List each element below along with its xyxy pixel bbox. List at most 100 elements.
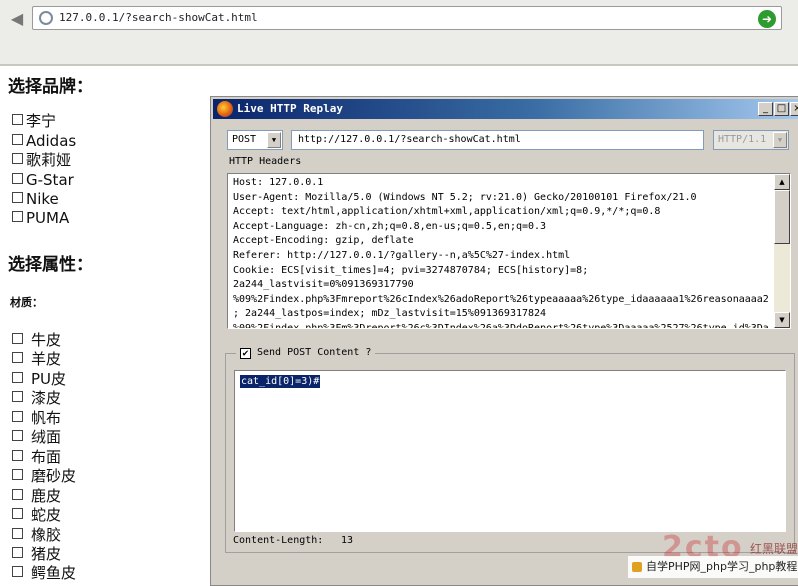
method-select[interactable]: POST ▼ bbox=[227, 130, 283, 150]
checkbox[interactable] bbox=[12, 372, 23, 383]
headers-scrollbar[interactable]: ▲ ▼ bbox=[774, 174, 790, 328]
chevron-down-icon[interactable]: ▼ bbox=[267, 132, 281, 148]
checkbox[interactable] bbox=[12, 566, 23, 577]
http-version-select: HTTP/1.1 ▼ bbox=[713, 130, 789, 150]
checkbox[interactable] bbox=[12, 333, 23, 344]
dialog-title: Live HTTP Replay bbox=[237, 102, 343, 115]
brand-option[interactable]: 李宁 bbox=[12, 112, 56, 131]
material-option[interactable]: 漆皮 bbox=[12, 389, 61, 408]
header-line: Accept-Encoding: gzip, deflate bbox=[233, 235, 414, 247]
checkbox[interactable] bbox=[12, 134, 23, 145]
firefox-icon bbox=[217, 101, 233, 117]
method-value: POST bbox=[232, 134, 257, 145]
header-line: 2a244_lastvisit=0%091369317790 bbox=[233, 279, 414, 291]
watermark-icon bbox=[632, 562, 642, 572]
material-option[interactable]: 绒面 bbox=[12, 428, 61, 447]
header-line: ; 2a244_lastpos=index; mDz_lastvisit=15%… bbox=[233, 308, 547, 320]
material-option[interactable]: 牛皮 bbox=[12, 331, 61, 350]
header-line: %09%2Findex.php%3Fmreport%26cIndex%26ado… bbox=[233, 293, 769, 305]
dialog-titlebar[interactable]: Live HTTP Replay _ □ × bbox=[213, 99, 798, 119]
material-name: 绒面 bbox=[31, 428, 62, 446]
checkbox[interactable] bbox=[12, 547, 23, 558]
address-bar[interactable]: 127.0.0.1/?search-showCat.html bbox=[32, 6, 782, 30]
brand-label: Nike bbox=[26, 190, 59, 208]
material-label: 材质： bbox=[10, 296, 43, 309]
request-url-field[interactable]: http://127.0.0.1/?search-showCat.html bbox=[291, 130, 704, 150]
content-length-value: 13 bbox=[341, 535, 354, 546]
close-button[interactable]: × bbox=[790, 102, 798, 116]
brand-option[interactable]: PUMA bbox=[12, 209, 69, 228]
chevron-down-icon: ▼ bbox=[773, 132, 787, 148]
scroll-down-icon[interactable]: ▼ bbox=[774, 312, 790, 328]
material-name: 蛇皮 bbox=[31, 506, 62, 524]
checkbox[interactable] bbox=[12, 192, 23, 203]
header-line: User-Agent: Mozilla/5.0 (Windows NT 5.2;… bbox=[233, 191, 697, 203]
checkbox[interactable] bbox=[12, 391, 23, 402]
material-name: 鳄鱼皮 bbox=[31, 564, 77, 582]
address-text: 127.0.0.1/?search-showCat.html bbox=[59, 11, 258, 24]
material-option[interactable]: 鳄鱼皮 bbox=[12, 564, 76, 583]
browser-toolbar: ◀ 127.0.0.1/?search-showCat.html ➜ bbox=[0, 0, 798, 64]
material-name: 漆皮 bbox=[31, 389, 62, 407]
checkbox[interactable] bbox=[12, 489, 23, 500]
checkbox[interactable] bbox=[12, 469, 23, 480]
maximize-button[interactable]: □ bbox=[774, 102, 789, 116]
brand-label: 李宁 bbox=[26, 112, 57, 130]
headers-textarea[interactable]: Host: 127.0.0.1 User-Agent: Mozilla/5.0 (… bbox=[227, 173, 791, 329]
material-name: 羊皮 bbox=[31, 350, 62, 368]
minimize-button[interactable]: _ bbox=[758, 102, 773, 116]
brand-option[interactable]: Nike bbox=[12, 190, 59, 209]
material-name: 猪皮 bbox=[31, 545, 62, 563]
content-length-label: Content-Length: bbox=[233, 535, 324, 546]
checkbox[interactable] bbox=[12, 411, 23, 422]
post-content-text: cat_id[0]=3)# bbox=[240, 375, 321, 388]
material-option[interactable]: 猪皮 bbox=[12, 545, 61, 564]
checkbox[interactable] bbox=[12, 430, 23, 441]
checkbox[interactable] bbox=[12, 450, 23, 461]
scroll-thumb[interactable] bbox=[774, 190, 790, 244]
brand-option[interactable]: 歌莉娅 bbox=[12, 151, 71, 170]
brand-heading: 选择品牌： bbox=[8, 77, 93, 97]
checkbox[interactable] bbox=[12, 211, 23, 222]
header-line: Cookie: ECS[visit_times]=4; pvi=32748707… bbox=[233, 264, 589, 276]
material-option[interactable]: 磨砂皮 bbox=[12, 467, 76, 486]
checkbox[interactable] bbox=[12, 173, 23, 184]
brand-label: PUMA bbox=[26, 209, 70, 227]
material-name: 磨砂皮 bbox=[31, 467, 77, 485]
watermark-text: 自学PHP网_php学习_php教程 bbox=[646, 560, 798, 573]
brand-label: Adidas bbox=[26, 132, 77, 150]
header-line: Referer: http://127.0.0.1/?gallery--n,a%… bbox=[233, 249, 571, 261]
go-button[interactable]: ➜ bbox=[758, 10, 776, 28]
send-post-toggle[interactable]: ✔ Send POST Content ? bbox=[236, 346, 376, 360]
material-name: 鹿皮 bbox=[31, 487, 62, 505]
checkbox[interactable] bbox=[12, 352, 23, 363]
back-icon[interactable]: ◀ bbox=[6, 9, 28, 29]
material-option[interactable]: 蛇皮 bbox=[12, 506, 61, 525]
brand-label: G-Star bbox=[26, 171, 74, 189]
material-option[interactable]: 帆布 bbox=[12, 409, 61, 428]
material-name: 橡胶 bbox=[31, 526, 62, 544]
header-line: Accept: text/html,application/xhtml+xml,… bbox=[233, 206, 661, 218]
headers-text: Host: 127.0.0.1 User-Agent: Mozilla/5.0 (… bbox=[233, 176, 769, 328]
attr-heading: 选择属性： bbox=[8, 255, 93, 275]
checkbox[interactable] bbox=[12, 508, 23, 519]
page-content: 选择品牌： 李宁 Adidas 歌莉娅 G-Star Nike PUMA 选择属… bbox=[0, 66, 210, 582]
material-option[interactable]: 布面 bbox=[12, 448, 61, 467]
http-version-value: HTTP/1.1 bbox=[718, 134, 767, 145]
material-option[interactable]: 鹿皮 bbox=[12, 487, 61, 506]
watermark: 2cto 红黑联盟 自学PHP网_php学习_php教程 bbox=[628, 500, 798, 579]
brand-option[interactable]: Adidas bbox=[12, 132, 76, 151]
material-option[interactable]: PU皮 bbox=[12, 370, 66, 389]
checkbox[interactable] bbox=[12, 114, 23, 125]
checkbox[interactable] bbox=[12, 528, 23, 539]
material-name: 帆布 bbox=[31, 409, 62, 427]
material-option[interactable]: 橡胶 bbox=[12, 526, 61, 545]
material-option[interactable]: 羊皮 bbox=[12, 350, 61, 369]
send-post-checkbox[interactable]: ✔ bbox=[240, 348, 251, 359]
send-post-label: Send POST Content ? bbox=[257, 347, 372, 358]
scroll-up-icon[interactable]: ▲ bbox=[774, 174, 790, 190]
brand-label: 歌莉娅 bbox=[26, 151, 72, 169]
brand-option[interactable]: G-Star bbox=[12, 171, 74, 190]
checkbox[interactable] bbox=[12, 153, 23, 164]
watermark-logo-sub: 红黑联盟 bbox=[750, 542, 798, 556]
